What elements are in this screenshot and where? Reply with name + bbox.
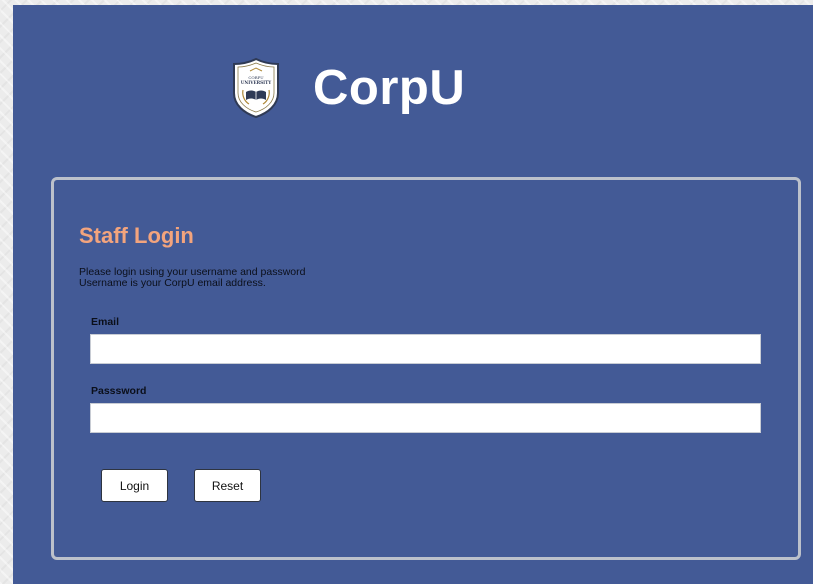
login-card: Staff Login Please login using your user… <box>51 177 801 560</box>
brand-header: CORPU UNIVERSITY CorpU <box>232 53 465 123</box>
logo-text-main: UNIVERSITY <box>241 80 272 85</box>
email-label: Email <box>91 316 120 328</box>
book-seal-icon: CORPU UNIVERSITY <box>233 57 279 119</box>
brand-name: CorpU <box>313 60 466 115</box>
login-instructions: Please login using your username and pas… <box>79 267 305 289</box>
reset-button[interactable]: Reset <box>194 469 261 502</box>
email-field[interactable] <box>90 334 761 364</box>
login-button[interactable]: Login <box>101 469 168 502</box>
instruction-line-2: Username is your CorpU email address. <box>79 277 266 289</box>
password-field[interactable] <box>90 403 761 433</box>
page-panel: CORPU UNIVERSITY CorpU Staff Login Pleas… <box>13 5 813 584</box>
password-label: Passsword <box>91 385 147 397</box>
page-title: Staff Login <box>79 223 194 248</box>
